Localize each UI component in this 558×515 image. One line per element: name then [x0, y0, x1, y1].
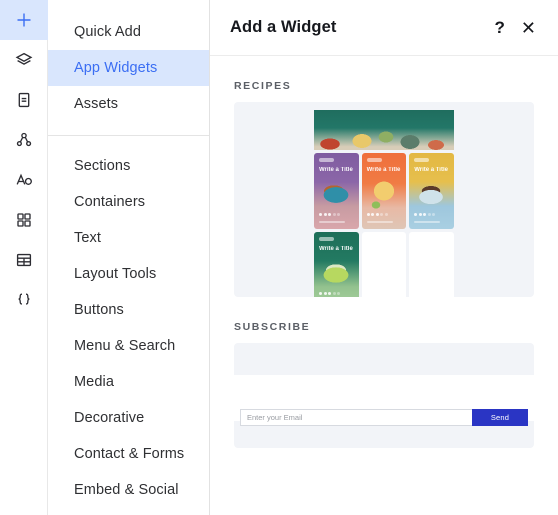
menu-item-menu-and-search[interactable]: Menu & Search — [48, 328, 209, 364]
menu-item-containers[interactable]: Containers — [48, 184, 209, 220]
menu-item-label: Contact & Forms — [74, 446, 185, 462]
recipe-rating — [366, 213, 388, 216]
recipe-photo — [314, 258, 359, 288]
menu-item-assets[interactable]: Assets — [48, 86, 209, 122]
recipe-photo — [409, 179, 454, 209]
recipe-card-subtext — [319, 220, 345, 223]
menu-item-label: Buttons — [74, 302, 124, 318]
recipes-widget-preview[interactable]: Write a Title Write a Title Write a Titl… — [234, 102, 534, 297]
recipe-card-grid: Write a Title Write a Title Write a Titl… — [314, 153, 454, 297]
layers-icon — [15, 51, 33, 69]
layers-icon-button[interactable] — [0, 40, 48, 80]
cms-table-icon — [15, 251, 33, 269]
editor-icon-rail — [0, 0, 48, 515]
site-structure-icon — [15, 131, 33, 149]
menu-item-label: Quick Add — [74, 24, 141, 40]
recipe-rating — [319, 213, 340, 216]
menu-item-buttons[interactable]: Buttons — [48, 292, 209, 328]
menu-item-label: Layout Tools — [74, 266, 157, 282]
custom-code-icon-button[interactable] — [0, 280, 48, 320]
recipe-card: Write a Title — [409, 153, 454, 229]
recipe-card-subtext — [366, 220, 393, 223]
menu-item-label: Text — [74, 230, 101, 246]
close-icon[interactable]: ✕ — [521, 19, 536, 37]
menu-item-label: Containers — [74, 194, 146, 210]
site-structure-icon-button[interactable] — [0, 120, 48, 160]
menu-item-label: App Widgets — [74, 60, 158, 76]
panel-body: RECIPES Write a Title Write a Title Writ… — [210, 56, 558, 515]
panel-header: Add a Widget ? ✕ — [210, 0, 558, 56]
design-theme-icon — [15, 171, 33, 189]
recipe-category-badge — [366, 158, 382, 162]
recipe-card: Write a Title — [314, 153, 359, 229]
recipes-preview-stage: Write a Title Write a Title Write a Titl… — [314, 110, 454, 297]
recipe-card-title: Write a Title — [319, 167, 353, 173]
recipes-hero-image — [314, 110, 454, 150]
menu-item-label: Sections — [74, 158, 131, 174]
menu-item-media[interactable]: Media — [48, 364, 209, 400]
add-icon — [15, 11, 33, 29]
widget-picker-window: Quick Add App Widgets Assets Sections Co… — [0, 0, 558, 515]
custom-code-icon — [15, 291, 33, 309]
recipe-card-title: Write a Title — [319, 246, 353, 252]
menu-divider — [48, 135, 209, 136]
apps-grid-icon — [15, 211, 33, 229]
send-button[interactable]: Send — [472, 409, 528, 426]
menu-item-text[interactable]: Text — [48, 220, 209, 256]
menu-item-label: Menu & Search — [74, 338, 176, 354]
pages-icon — [15, 91, 33, 109]
add-icon-button[interactable] — [0, 0, 48, 40]
menu-item-layout-tools[interactable]: Layout Tools — [48, 256, 209, 292]
section-label-subscribe: SUBSCRIBE — [234, 321, 311, 333]
apps-grid-icon-button[interactable] — [0, 200, 48, 240]
recipe-category-badge — [319, 237, 334, 241]
widget-category-menu: Quick Add App Widgets Assets Sections Co… — [48, 0, 210, 515]
recipe-card-title: Write a Title — [366, 167, 401, 173]
recipe-rating — [414, 213, 436, 216]
menu-item-sections[interactable]: Sections — [48, 148, 209, 184]
design-theme-icon-button[interactable] — [0, 160, 48, 200]
page-title: Add a Widget — [230, 18, 337, 36]
menu-item-quick-add[interactable]: Quick Add — [48, 14, 209, 50]
menu-item-label: Decorative — [74, 410, 145, 426]
recipe-card: Write a Title — [361, 153, 407, 229]
subscribe-form-row: Enter your Email Send — [240, 409, 528, 426]
recipe-photo — [361, 179, 407, 209]
help-icon[interactable]: ? — [495, 19, 505, 36]
recipe-card-empty — [361, 232, 407, 297]
recipe-card-title: Write a Title — [414, 167, 448, 173]
menu-item-decorative[interactable]: Decorative — [48, 400, 209, 436]
pages-icon-button[interactable] — [0, 80, 48, 120]
recipe-card-empty — [409, 232, 454, 297]
recipe-rating — [319, 292, 340, 295]
subscribe-widget-preview[interactable]: Enter your Email Send — [234, 343, 534, 448]
cms-table-icon-button[interactable] — [0, 240, 48, 280]
menu-item-label: Assets — [74, 96, 119, 112]
recipe-category-badge — [414, 158, 430, 162]
recipe-card-subtext — [414, 220, 441, 223]
recipe-category-badge — [319, 158, 334, 162]
recipe-photo — [314, 179, 359, 209]
menu-item-label: Media — [74, 374, 114, 390]
section-label-recipes: RECIPES — [234, 80, 292, 92]
recipe-card: Write a Title — [314, 232, 359, 297]
add-widget-panel: Add a Widget ? ✕ RECIPES Write a Title W… — [210, 0, 558, 515]
menu-item-label: Embed & Social — [74, 482, 179, 498]
menu-item-embed-and-social[interactable]: Embed & Social — [48, 472, 209, 508]
menu-item-app-widgets[interactable]: App Widgets — [48, 50, 209, 86]
email-field[interactable]: Enter your Email — [240, 409, 472, 426]
menu-item-contact-and-forms[interactable]: Contact & Forms — [48, 436, 209, 472]
